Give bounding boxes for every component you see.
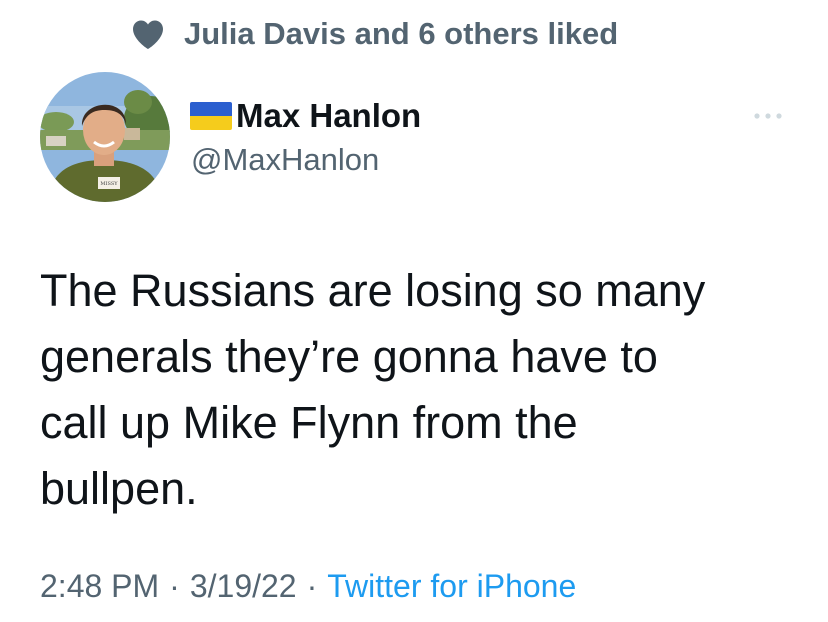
tweet-line: call up Mike Flynn from the [40, 397, 578, 448]
tweet-metadata: 2:48 PM · 3/19/22 · Twitter for iPhone [40, 568, 576, 605]
meta-separator: · [169, 568, 180, 604]
tweet-text: The Russians are losing so many generals… [40, 258, 800, 522]
heart-icon [133, 20, 163, 49]
more-options-button[interactable] [748, 106, 788, 126]
display-name[interactable]: Max Hanlon [236, 97, 421, 135]
tweet-time[interactable]: 2:48 PM [40, 568, 159, 605]
source-link[interactable]: Twitter for iPhone [327, 568, 576, 605]
user-handle[interactable]: @MaxHanlon [191, 142, 379, 178]
tweet-date[interactable]: 3/19/22 [190, 568, 297, 605]
social-context[interactable]: Julia Davis and 6 others liked [130, 14, 618, 54]
more-dots-icon [754, 113, 782, 119]
tweet-line: The Russians are losing so many [40, 265, 706, 316]
avatar-badge-text: MISSY [100, 181, 118, 187]
author-name-row[interactable]: Max Hanlon [190, 94, 421, 138]
avatar[interactable]: MISSY [40, 72, 170, 202]
social-context-label: Julia Davis and 6 others liked [184, 16, 619, 51]
tweet-line: bullpen. [40, 463, 198, 514]
ukraine-flag-icon [190, 102, 232, 130]
meta-separator: · [306, 568, 318, 604]
tweet-line: generals they’re gonna have to [40, 331, 658, 382]
